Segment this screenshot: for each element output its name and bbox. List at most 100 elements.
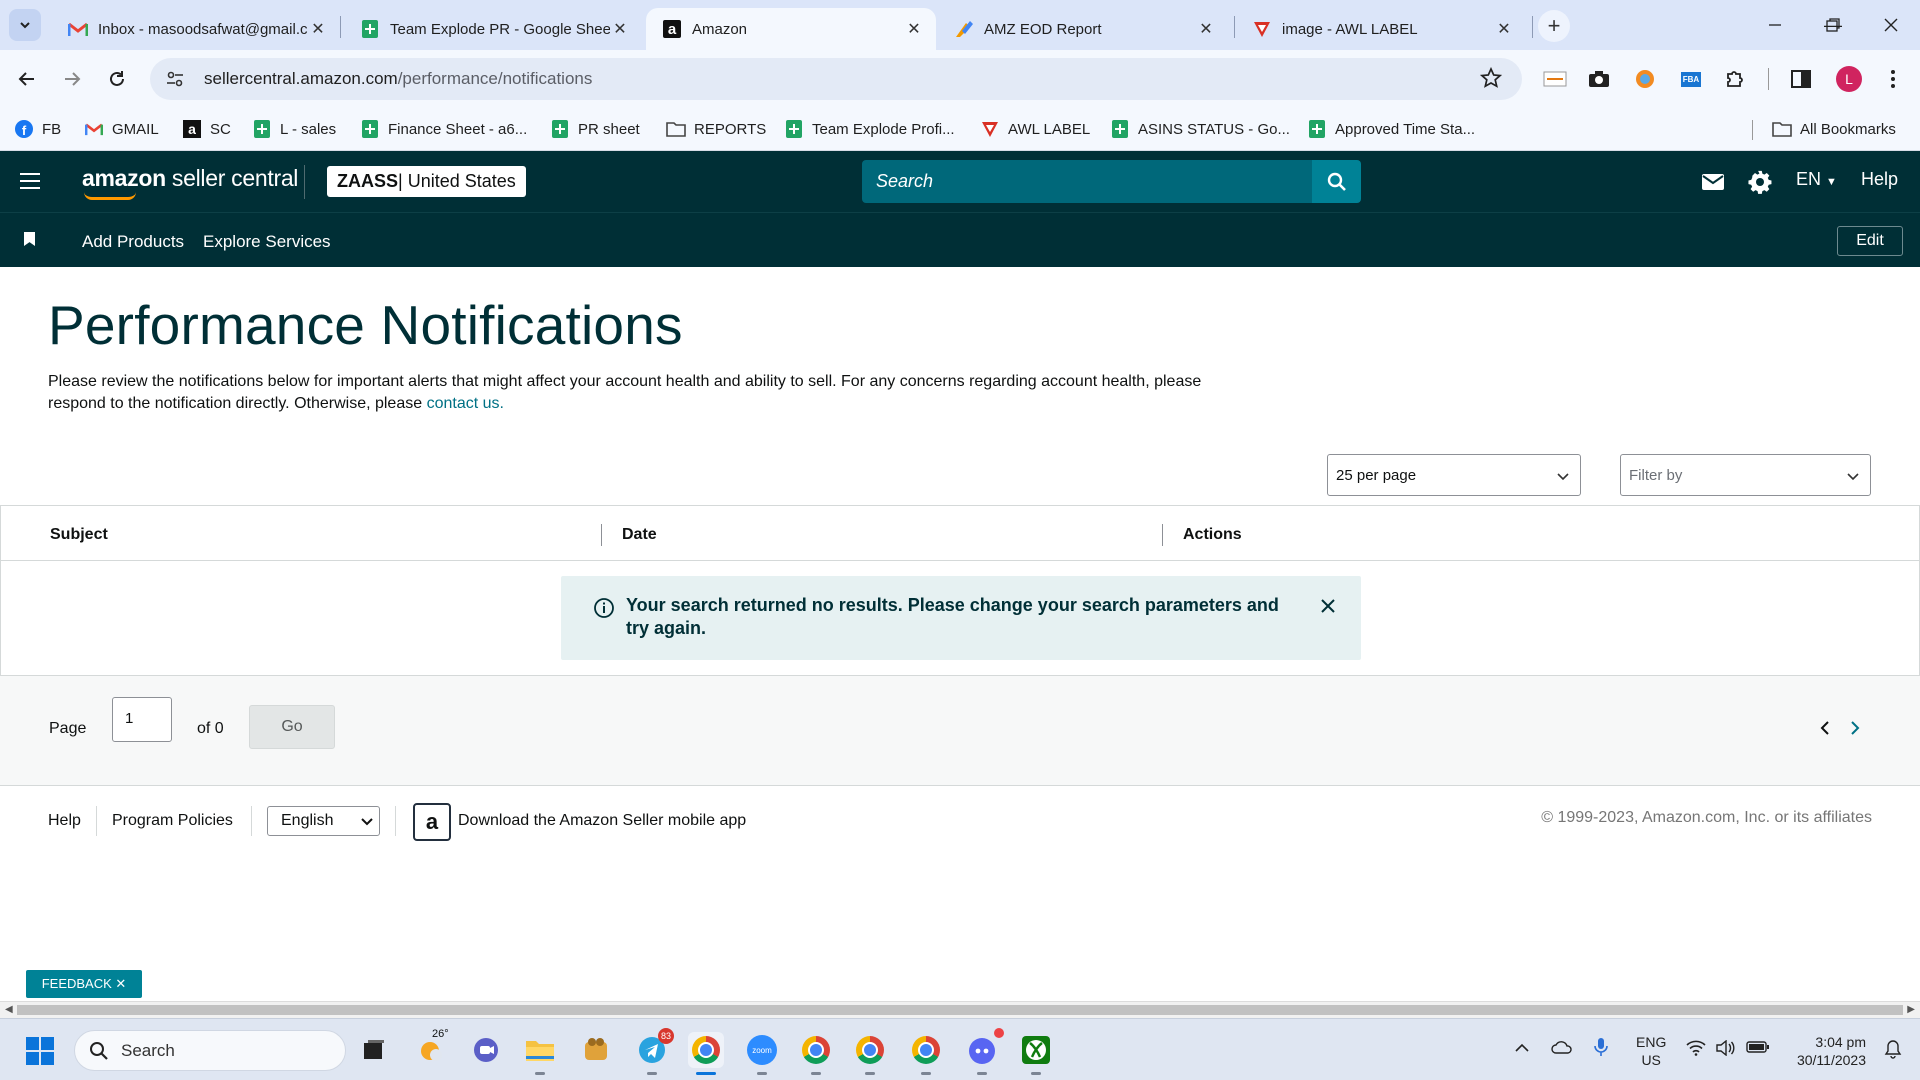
download-app-link[interactable]: Download the Amazon Seller mobile app: [458, 812, 746, 830]
chrome-l2-profile-icon[interactable]: [908, 1032, 944, 1075]
weather-icon[interactable]: 26°: [414, 1028, 450, 1068]
zoom-icon[interactable]: zoom: [744, 1032, 780, 1075]
tab-team-explode-pr[interactable]: Team Explode PR - Google Sheets ✕: [344, 8, 642, 50]
weather-temp: 26°: [432, 1028, 449, 1040]
wifi-icon[interactable]: [1686, 1040, 1706, 1059]
battery-icon[interactable]: [1746, 1040, 1770, 1057]
show-hidden-icons-chevron[interactable]: [1514, 1040, 1530, 1056]
chrome-icon[interactable]: [798, 1032, 834, 1075]
close-icon[interactable]: ✕: [1494, 19, 1514, 39]
input-language-indicator[interactable]: ENG US: [1636, 1033, 1666, 1069]
all-bookmarks[interactable]: All Bookmarks: [1772, 118, 1896, 140]
horizontal-scrollbar[interactable]: ◀ ▶: [0, 1001, 1920, 1018]
header-help-link[interactable]: Help: [1861, 169, 1898, 190]
tab-amz-eod-report[interactable]: AMZ EOD Report ✕: [938, 8, 1228, 50]
notification-bell-icon[interactable]: [1884, 1039, 1902, 1062]
hamburger-menu-icon[interactable]: [20, 173, 40, 189]
close-icon[interactable]: ✕: [610, 19, 630, 39]
volume-icon[interactable]: [1716, 1039, 1736, 1059]
bookmark-asins-status[interactable]: ASINS STATUS - Go...: [1110, 118, 1290, 140]
color-extension-icon[interactable]: [1632, 66, 1658, 92]
close-icon[interactable]: ✕: [904, 19, 924, 39]
browser-menu-icon[interactable]: [1880, 66, 1906, 92]
bookmark-awl-label[interactable]: AWL LABEL: [980, 118, 1090, 140]
side-panel-icon[interactable]: [1788, 66, 1814, 92]
close-window-button[interactable]: [1868, 10, 1914, 40]
chevron-left-icon[interactable]: [1818, 720, 1832, 736]
column-header-subject[interactable]: Subject: [50, 526, 108, 544]
onedrive-cloud-icon[interactable]: [1551, 1040, 1573, 1057]
scrollbar-thumb[interactable]: [17, 1005, 1903, 1015]
bookmark-icon[interactable]: [24, 232, 35, 246]
bookmark-fb[interactable]: f FB: [14, 118, 61, 140]
scroll-right-icon[interactable]: ▶: [1907, 1004, 1915, 1015]
language-selector[interactable]: EN ▼: [1796, 169, 1837, 190]
footer-language-select[interactable]: English: [267, 806, 380, 836]
discord-icon[interactable]: [964, 1028, 1004, 1075]
system-clock[interactable]: 3:04 pm 30/11/2023: [1786, 1033, 1866, 1069]
close-icon[interactable]: ✕: [308, 19, 328, 39]
tab-amazon[interactable]: a Amazon ✕: [646, 8, 936, 50]
camera-extension-icon[interactable]: [1586, 66, 1612, 92]
bookmark-gmail[interactable]: GMAIL: [84, 118, 159, 140]
reload-button[interactable]: [100, 62, 134, 96]
contact-us-link[interactable]: contact us.: [427, 395, 504, 412]
taskbar-search[interactable]: Search: [74, 1030, 346, 1071]
restore-button[interactable]: [1810, 10, 1856, 40]
account-switcher[interactable]: ZAASS | United States: [327, 166, 526, 197]
column-header-date[interactable]: Date: [622, 526, 657, 544]
chevron-right-icon[interactable]: [1848, 720, 1862, 736]
page-number-input[interactable]: 1: [112, 697, 172, 742]
minimize-button[interactable]: [1752, 10, 1798, 40]
awl-icon: [1252, 19, 1272, 39]
feedback-button[interactable]: FEEDBACK ✕: [26, 970, 142, 998]
teams-chat-icon[interactable]: [468, 1032, 504, 1068]
filter-by-select[interactable]: Filter by: [1620, 454, 1871, 496]
settings-gear-icon[interactable]: [1747, 169, 1773, 195]
forward-button[interactable]: [55, 62, 89, 96]
mail-icon[interactable]: [1700, 169, 1726, 195]
ticket-app-icon[interactable]: [578, 1032, 614, 1068]
file-explorer-icon[interactable]: [522, 1032, 558, 1075]
bookmark-sc[interactable]: a SC: [182, 118, 231, 140]
bookmark-approved-time[interactable]: Approved Time Sta...: [1307, 118, 1475, 140]
windows-start-icon[interactable]: [26, 1037, 54, 1065]
chrome-l-profile-icon[interactable]: [688, 1032, 724, 1075]
header-search-button[interactable]: [1312, 160, 1361, 203]
edit-nav-button[interactable]: Edit: [1837, 226, 1903, 256]
back-button[interactable]: [10, 62, 44, 96]
site-info-icon[interactable]: [160, 64, 190, 94]
bookmark-team-explode[interactable]: Team Explode Profi...: [784, 118, 955, 140]
tab-awl-label[interactable]: image - AWL LABEL ✕: [1236, 8, 1526, 50]
amazon-seller-app-icon[interactable]: a: [413, 803, 451, 841]
extensions-puzzle-icon[interactable]: [1722, 66, 1748, 92]
program-policies-link[interactable]: Program Policies: [112, 812, 233, 830]
xbox-icon[interactable]: [1018, 1032, 1054, 1075]
bookmark-l-sales[interactable]: L - sales: [252, 118, 336, 140]
nav-explore-services[interactable]: Explore Services: [203, 232, 331, 252]
go-button[interactable]: Go: [249, 705, 335, 749]
per-page-select[interactable]: 25 per page: [1327, 454, 1581, 496]
bookmark-finance-sheet[interactable]: Finance Sheet - a6...: [360, 118, 527, 140]
telegram-icon[interactable]: 83: [634, 1028, 674, 1075]
profile-avatar[interactable]: L: [1836, 66, 1862, 92]
footer-help-link[interactable]: Help: [48, 812, 81, 830]
tab-gmail[interactable]: Inbox - masoodsafwat@gmail.com ✕: [52, 8, 340, 50]
bookmark-pr-sheet[interactable]: PR sheet: [550, 118, 640, 140]
microphone-icon[interactable]: [1594, 1037, 1608, 1060]
new-tab-button[interactable]: +: [1538, 10, 1570, 42]
address-bar[interactable]: sellercentral.amazon.com/performance/not…: [150, 58, 1522, 100]
tab-search-button[interactable]: [9, 9, 41, 41]
header-search-input[interactable]: Search: [862, 160, 1312, 203]
bookmark-reports-folder[interactable]: REPORTS: [666, 118, 766, 140]
nav-add-products[interactable]: Add Products: [82, 232, 184, 252]
seller-central-logo[interactable]: amazon seller central: [82, 165, 298, 200]
bookmark-star-icon[interactable]: [1479, 66, 1504, 91]
fba-extension-icon[interactable]: FBA: [1678, 66, 1704, 92]
close-icon[interactable]: ✕: [1196, 19, 1216, 39]
close-icon[interactable]: [1320, 598, 1336, 614]
chrome-g-profile-icon[interactable]: [852, 1032, 888, 1075]
task-view-icon[interactable]: [356, 1032, 392, 1068]
scroll-left-icon[interactable]: ◀: [5, 1004, 13, 1015]
extension-icon[interactable]: [1542, 66, 1568, 92]
